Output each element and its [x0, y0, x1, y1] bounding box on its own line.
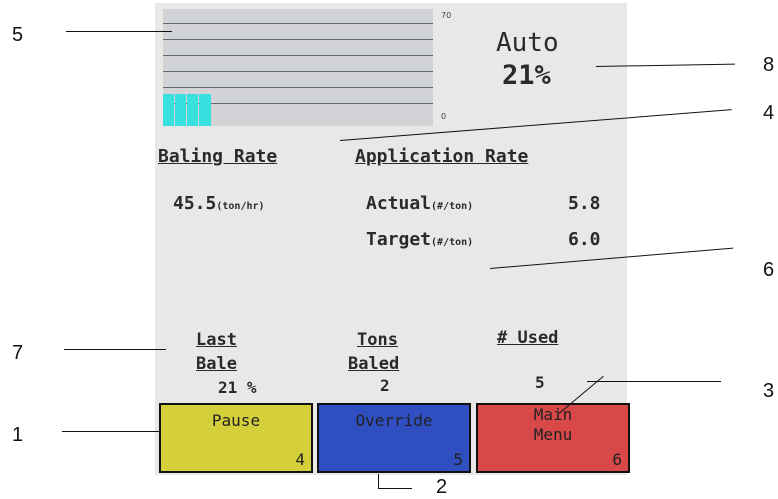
callout-2-line: [378, 488, 412, 489]
graph-bar: [163, 94, 174, 126]
mode-label: Auto: [496, 28, 559, 58]
callout-5-line: [66, 31, 172, 32]
callout-2-tick: [378, 474, 379, 488]
rate-bar-graph: [163, 9, 433, 126]
override-button-number: 5: [453, 450, 463, 469]
last-bale-label-1: Last: [196, 330, 237, 350]
baling-rate-header: Baling Rate: [158, 146, 278, 167]
target-rate-row: Target(#/ton): [366, 229, 473, 250]
tons-baled-label-1: Tons: [357, 330, 398, 350]
application-rate-header: Application Rate: [355, 146, 529, 167]
graph-bar: [175, 94, 186, 126]
callout-5: 5: [12, 24, 24, 46]
mode-percent: 21%: [502, 60, 551, 91]
callout-7: 7: [12, 342, 24, 364]
graph-gridline: [163, 23, 433, 24]
main-menu-button[interactable]: Main Menu 6: [476, 403, 630, 473]
main-menu-label-line1: Main: [533, 405, 573, 424]
baling-rate-number: 45.5: [173, 193, 217, 214]
target-unit: (#/ton): [431, 237, 474, 248]
callout-7-line: [64, 349, 166, 350]
graph-gridline: [163, 87, 433, 88]
callout-2: 2: [436, 476, 448, 498]
graph-min-label: 0: [441, 112, 447, 121]
tons-baled-value: 2: [380, 376, 390, 395]
graph-gridline: [163, 39, 433, 40]
actual-unit: (#/ton): [431, 201, 474, 212]
actual-label: Actual: [366, 193, 432, 214]
actual-value: 5.8: [568, 193, 601, 214]
pause-button[interactable]: Pause 4: [159, 403, 313, 473]
pause-button-label: Pause: [211, 411, 261, 430]
target-label: Target: [366, 229, 432, 250]
override-button-label: Override: [355, 411, 433, 430]
actual-rate-row: Actual(#/ton): [366, 193, 473, 214]
pause-button-number: 4: [295, 450, 305, 469]
callout-3: 3: [763, 380, 775, 402]
last-bale-label-2: Bale: [196, 354, 237, 374]
target-value: 6.0: [568, 229, 601, 250]
main-menu-button-number: 6: [612, 450, 622, 469]
override-button[interactable]: Override 5: [317, 403, 471, 473]
callout-3-line: [587, 381, 721, 382]
graph-max-label: 70: [441, 11, 452, 20]
main-menu-button-label: Main Menu: [478, 405, 628, 445]
used-value: 5: [535, 373, 545, 392]
graph-bar: [199, 94, 211, 126]
graph-gridline: [163, 71, 433, 72]
used-label: # Used: [497, 328, 559, 348]
tons-baled-label-2: Baled: [348, 354, 400, 374]
graph-bar: [187, 94, 198, 126]
baling-rate-value: 45.5(ton/hr): [173, 193, 265, 214]
callout-8: 8: [763, 54, 775, 76]
main-menu-label-line2: Menu: [533, 425, 573, 444]
graph-gridline: [163, 55, 433, 56]
callout-4: 4: [763, 102, 775, 124]
baling-rate-unit: (ton/hr): [216, 201, 265, 212]
last-bale-value: 21 %: [218, 378, 257, 397]
callout-6: 6: [763, 259, 775, 281]
callout-1-line: [62, 431, 161, 432]
callout-1: 1: [12, 424, 24, 446]
